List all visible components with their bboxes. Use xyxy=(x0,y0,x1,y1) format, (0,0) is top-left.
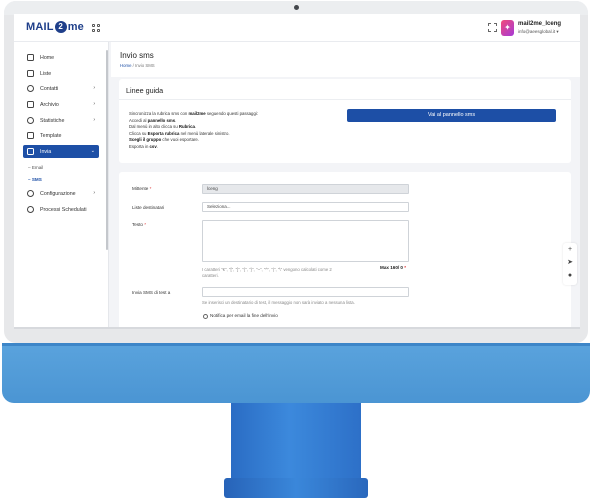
sidebar-scrollbar[interactable] xyxy=(106,50,108,250)
template-icon xyxy=(27,132,34,139)
plus-icon[interactable]: + xyxy=(566,246,574,254)
chat-icon[interactable]: ● xyxy=(566,272,574,280)
user-name[interactable]: mail2me_lceng xyxy=(518,21,561,27)
monitor-chin xyxy=(2,343,590,403)
monitor-stand xyxy=(231,403,361,478)
divider xyxy=(119,99,571,100)
sidebar-item-configurazione[interactable]: Configurazione › xyxy=(23,187,99,200)
gear-icon xyxy=(27,190,34,197)
sidebar-item-label: Home xyxy=(40,54,55,61)
sidebar-item-label: Liste xyxy=(40,70,52,77)
screen: MAIL 2 me ✦ mail2me_lceng info@aeesglobal.… xyxy=(14,14,580,329)
sidebar-item-archivio[interactable]: Archivio › xyxy=(23,98,99,111)
sidebar-item-template[interactable]: Template xyxy=(23,129,99,142)
sidebar-item-label: Template xyxy=(40,132,62,139)
logo[interactable]: MAIL 2 me xyxy=(26,21,84,33)
sidebar-item-invia[interactable]: Invia ⌄ xyxy=(23,145,99,158)
sms-text-textarea[interactable] xyxy=(202,220,409,262)
notify-email-checkbox[interactable] xyxy=(203,314,208,319)
send-icon[interactable]: ➤ xyxy=(566,259,574,267)
sidebar-item-label: Invia xyxy=(40,148,52,155)
apps-grid-icon[interactable] xyxy=(92,24,100,32)
sidebar-item-statistiche[interactable]: Statistiche › xyxy=(23,114,99,127)
sidebar-item-processi-schedulati[interactable]: Processi Schedulati xyxy=(23,203,99,216)
archive-icon xyxy=(27,101,34,108)
chevron-right-icon: › xyxy=(93,190,95,196)
char-counter: Max 160/ 0 * xyxy=(380,265,407,270)
sidebar-subitem-email[interactable]: – Email xyxy=(28,165,43,170)
user-email[interactable]: info@aeesglobal.it ▾ xyxy=(518,29,559,35)
list-icon xyxy=(27,70,34,77)
sidebar-item-liste[interactable]: Liste xyxy=(23,67,99,80)
avatar[interactable]: ✦ xyxy=(501,20,514,36)
topbar: MAIL 2 me ✦ mail2me_lceng info@aeesglobal.… xyxy=(14,14,580,42)
sidebar-subitem-label: SMS xyxy=(31,177,42,182)
monitor-stand-foot xyxy=(224,478,368,498)
breadcrumb-current: Invio SMS xyxy=(135,63,155,68)
page-title: Invio sms xyxy=(120,51,154,60)
horizontal-scrollbar[interactable] xyxy=(14,327,580,329)
text-label: Testo * xyxy=(132,222,147,227)
chevron-right-icon: › xyxy=(93,101,95,107)
sidebar-item-label: Processi Schedulati xyxy=(40,206,87,213)
text-note: I caratteri "€", "[", "]", "{", "}", "~"… xyxy=(202,267,332,278)
side-toolbar: + ➤ ● xyxy=(563,243,577,285)
refresh-icon xyxy=(27,206,34,213)
sidebar-subitem-label: Email xyxy=(31,165,44,170)
guide-title: Linee guida xyxy=(126,86,164,95)
guide-text: Sincronizza la rubrica sms con mail2me s… xyxy=(129,111,258,149)
chevron-right-icon: › xyxy=(93,85,95,91)
sidebar-item-label: Archivio xyxy=(40,101,59,108)
home-icon xyxy=(27,54,34,61)
sender-field: lceng xyxy=(202,184,409,194)
breadcrumb: Home / Invio SMS xyxy=(120,63,155,68)
chevron-right-icon: › xyxy=(93,117,95,123)
page-header xyxy=(111,42,580,77)
sidebar-item-contatti[interactable]: Contatti › xyxy=(23,82,99,95)
fullscreen-icon[interactable] xyxy=(488,23,497,32)
logo-right: me xyxy=(67,21,84,33)
camera-icon xyxy=(294,5,299,10)
sidebar-item-label: Statistiche xyxy=(40,117,65,124)
send-icon xyxy=(27,148,34,155)
sender-label: Mittente * xyxy=(132,186,152,191)
go-to-sms-panel-button[interactable]: Vai al pannello sms xyxy=(347,109,556,122)
sidebar-item-label: Configurazione xyxy=(40,190,76,197)
logo-left: MAIL xyxy=(26,21,54,33)
sidebar-subitem-sms[interactable]: – SMS xyxy=(28,177,42,182)
logo-mid: 2 xyxy=(54,21,67,33)
chevron-down-icon: ⌄ xyxy=(90,148,95,154)
sidebar-item-label: Contatti xyxy=(40,85,59,92)
test-recipient-label: Invia SMS di test a xyxy=(132,290,171,295)
monitor: MAIL 2 me ✦ mail2me_lceng info@aeesglobal.… xyxy=(0,0,592,500)
test-recipient-note: Se inserisci un destinatario di test, il… xyxy=(202,300,355,305)
sidebar-item-home[interactable]: Home xyxy=(23,51,99,64)
stats-icon xyxy=(27,117,34,124)
notify-email-label[interactable]: Notifica per email la fine dell'invio xyxy=(210,313,278,318)
breadcrumb-home[interactable]: Home xyxy=(120,63,131,68)
contacts-icon xyxy=(27,85,34,92)
recipient-lists-select[interactable]: Seleziona... xyxy=(202,202,409,212)
test-recipient-input[interactable] xyxy=(202,287,409,297)
monitor-chin-edge xyxy=(2,343,590,346)
recipient-lists-label: Liste destinatari xyxy=(132,205,165,210)
breadcrumb-separator: / xyxy=(132,63,134,68)
